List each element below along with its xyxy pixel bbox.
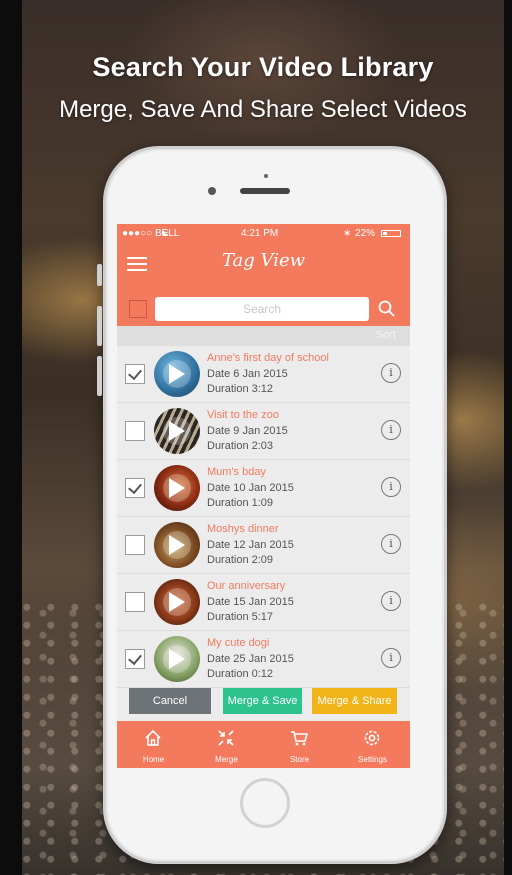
play-icon <box>169 535 185 555</box>
right-frame-edge <box>504 0 512 875</box>
video-date: Date 9 Jan 2015 <box>207 425 288 437</box>
video-duration: Duration 5:17 <box>207 611 274 623</box>
video-row[interactable]: Our anniversary Date 15 Jan 2015 Duratio… <box>117 574 410 631</box>
video-duration: Duration 3:12 <box>207 383 274 395</box>
info-icon[interactable]: i <box>381 648 401 668</box>
video-row[interactable]: Moshys dinner Date 12 Jan 2015 Duration … <box>117 517 410 574</box>
search-bar <box>117 292 410 326</box>
phone-volume-up <box>97 306 102 346</box>
play-icon <box>169 364 185 384</box>
video-row[interactable]: Mum's bday Date 10 Jan 2015 Duration 1:0… <box>117 460 410 517</box>
phone-sensor <box>264 174 268 178</box>
video-date: Date 12 Jan 2015 <box>207 539 294 551</box>
app-title: Tag View <box>221 250 306 271</box>
play-icon <box>169 592 185 612</box>
cart-icon <box>291 731 309 746</box>
video-date: Date 15 Jan 2015 <box>207 596 294 608</box>
video-row[interactable]: Anne's first day of school Date 6 Jan 20… <box>117 346 410 403</box>
search-icon[interactable] <box>375 297 399 321</box>
video-title: Mum's bday <box>207 466 266 478</box>
sort-button[interactable]: Sort <box>376 329 396 341</box>
tab-merge[interactable]: Merge <box>190 721 263 768</box>
info-icon[interactable]: i <box>381 420 401 440</box>
tab-bar: Home Merge Store Settings <box>117 721 410 768</box>
play-icon <box>169 421 185 441</box>
video-duration: Duration 2:09 <box>207 554 274 566</box>
video-thumbnail[interactable] <box>154 465 200 511</box>
video-list: Anne's first day of school Date 6 Jan 20… <box>117 346 410 688</box>
video-title: Moshys dinner <box>207 523 279 535</box>
checkmark-icon <box>128 479 142 495</box>
tab-settings-label: Settings <box>358 755 387 764</box>
phone-home-button[interactable] <box>240 778 290 828</box>
info-icon[interactable]: i <box>381 477 401 497</box>
info-icon[interactable]: i <box>381 363 401 383</box>
merge-icon <box>218 730 234 746</box>
info-icon[interactable]: i <box>381 534 401 554</box>
merge-share-button[interactable]: Merge & Share <box>312 688 397 714</box>
search-input[interactable] <box>155 297 369 321</box>
tab-merge-label: Merge <box>215 755 238 764</box>
home-icon <box>145 729 161 746</box>
video-date: Date 25 Jan 2015 <box>207 653 294 665</box>
video-duration: Duration 0:12 <box>207 668 274 680</box>
video-thumbnail[interactable] <box>154 522 200 568</box>
cancel-button[interactable]: Cancel <box>129 688 211 714</box>
left-frame-edge <box>0 0 22 875</box>
status-carrier: ●●●○○ BELL <box>122 228 180 239</box>
phone-camera <box>208 187 216 195</box>
video-checkbox[interactable] <box>125 478 145 498</box>
tab-store[interactable]: Store <box>263 721 336 768</box>
checkmark-icon <box>128 365 142 381</box>
video-checkbox[interactable] <box>125 535 145 555</box>
play-icon <box>169 478 185 498</box>
video-title: Anne's first day of school <box>207 352 329 364</box>
gear-icon <box>364 730 380 746</box>
play-icon <box>169 649 185 669</box>
video-title: Our anniversary <box>207 580 286 592</box>
sort-row: Sort <box>117 326 410 346</box>
battery-icon <box>381 230 401 237</box>
video-checkbox[interactable] <box>125 592 145 612</box>
video-thumbnail[interactable] <box>154 636 200 682</box>
status-battery: 22% <box>355 228 376 239</box>
tab-home[interactable]: Home <box>117 721 190 768</box>
promo-headline: Search Your Video Library <box>92 52 434 82</box>
video-thumbnail[interactable] <box>154 351 200 397</box>
video-thumbnail[interactable] <box>154 579 200 625</box>
info-icon[interactable]: i <box>381 591 401 611</box>
promo-subheadline: Merge, Save And Share Select Videos <box>59 96 467 123</box>
video-date: Date 6 Jan 2015 <box>207 368 288 380</box>
video-thumbnail[interactable] <box>154 408 200 454</box>
app-header: ●●●○○ BELL ☯ 4:21 PM ∗ 22% Tag View <box>117 224 410 292</box>
select-all-checkbox[interactable] <box>129 300 147 318</box>
app-screen: ●●●○○ BELL ☯ 4:21 PM ∗ 22% Tag View Sort… <box>117 224 410 768</box>
video-date: Date 10 Jan 2015 <box>207 482 294 494</box>
action-bar: Cancel Merge & Save Merge & Share <box>117 682 410 718</box>
video-checkbox[interactable] <box>125 649 145 669</box>
video-duration: Duration 1:09 <box>207 497 274 509</box>
video-checkbox[interactable] <box>125 421 145 441</box>
wifi-icon: ☯ <box>161 228 170 238</box>
video-row[interactable]: Visit to the zoo Date 9 Jan 2015 Duratio… <box>117 403 410 460</box>
phone-volume-down <box>97 356 102 396</box>
tab-home-label: Home <box>142 755 165 764</box>
tab-store-label: Store <box>289 755 310 764</box>
video-duration: Duration 2:03 <box>207 440 274 452</box>
video-row[interactable]: My cute dogi Date 25 Jan 2015 Duration 0… <box>117 631 410 688</box>
merge-save-button[interactable]: Merge & Save <box>223 688 302 714</box>
checkmark-icon <box>128 650 142 666</box>
video-checkbox[interactable] <box>125 364 145 384</box>
video-title: Visit to the zoo <box>207 409 279 421</box>
bluetooth-icon: ∗ <box>343 228 352 239</box>
video-title: My cute dogi <box>207 637 270 649</box>
status-time: 4:21 PM <box>241 228 279 239</box>
phone-mute-switch <box>97 264 102 286</box>
phone-speaker <box>240 188 290 194</box>
tab-settings[interactable]: Settings <box>336 721 409 768</box>
